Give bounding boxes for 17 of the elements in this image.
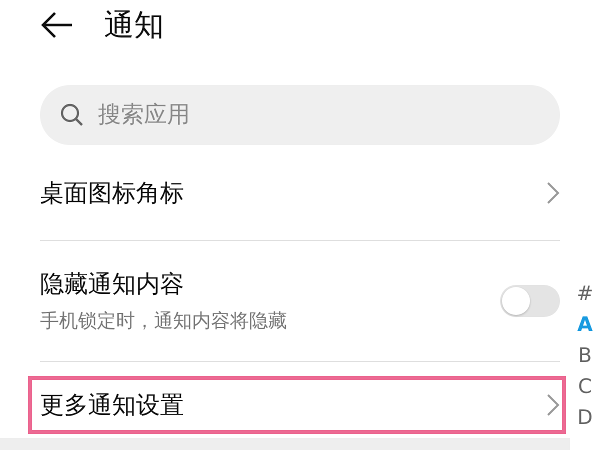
chevron-icon (546, 393, 560, 417)
index-letter[interactable]: D (577, 405, 593, 430)
setting-title: 隐藏通知内容 (40, 269, 185, 300)
back-icon[interactable] (40, 11, 74, 39)
search-icon (60, 103, 84, 127)
setting-description: 手机锁定时，通知内容将隐藏 (40, 309, 287, 334)
setting-title: 桌面图标角标 (40, 178, 184, 208)
index-letter[interactable]: C (578, 374, 592, 399)
setting-title: 更多通知设置 (40, 390, 184, 421)
page-title: 通知 (104, 6, 164, 44)
search-field[interactable]: 搜索应用 (40, 85, 560, 145)
chevron-icon (546, 180, 560, 204)
index-letter[interactable]: B (578, 343, 592, 368)
index-letter[interactable]: # (576, 281, 594, 306)
highlight-frame[interactable]: 更多通知设置 (28, 376, 566, 434)
index-letter[interactable]: A (577, 312, 593, 337)
toggle-switch[interactable] (500, 285, 560, 317)
